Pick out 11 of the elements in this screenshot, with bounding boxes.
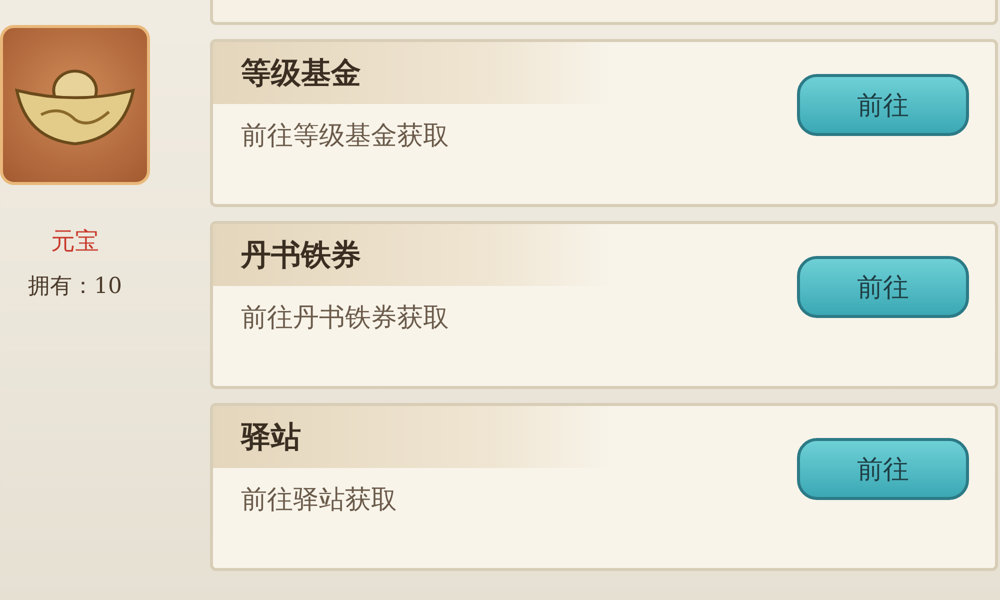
go-button[interactable]: 前往 (797, 74, 969, 136)
source-description: 前往驿站获取 (241, 484, 397, 517)
source-description: 前往丹书铁券获取 (241, 302, 449, 335)
source-description: 前往等级基金获取 (241, 120, 449, 153)
owned-count: 拥有：10 (28, 273, 122, 301)
go-button[interactable]: 前往 (797, 256, 969, 318)
source-title: 驿站 (241, 418, 301, 456)
source-title: 等级基金 (241, 54, 361, 92)
item-name: 元宝 (51, 226, 99, 257)
source-title: 丹书铁券 (241, 236, 361, 274)
go-button[interactable]: 前往 (797, 438, 969, 500)
